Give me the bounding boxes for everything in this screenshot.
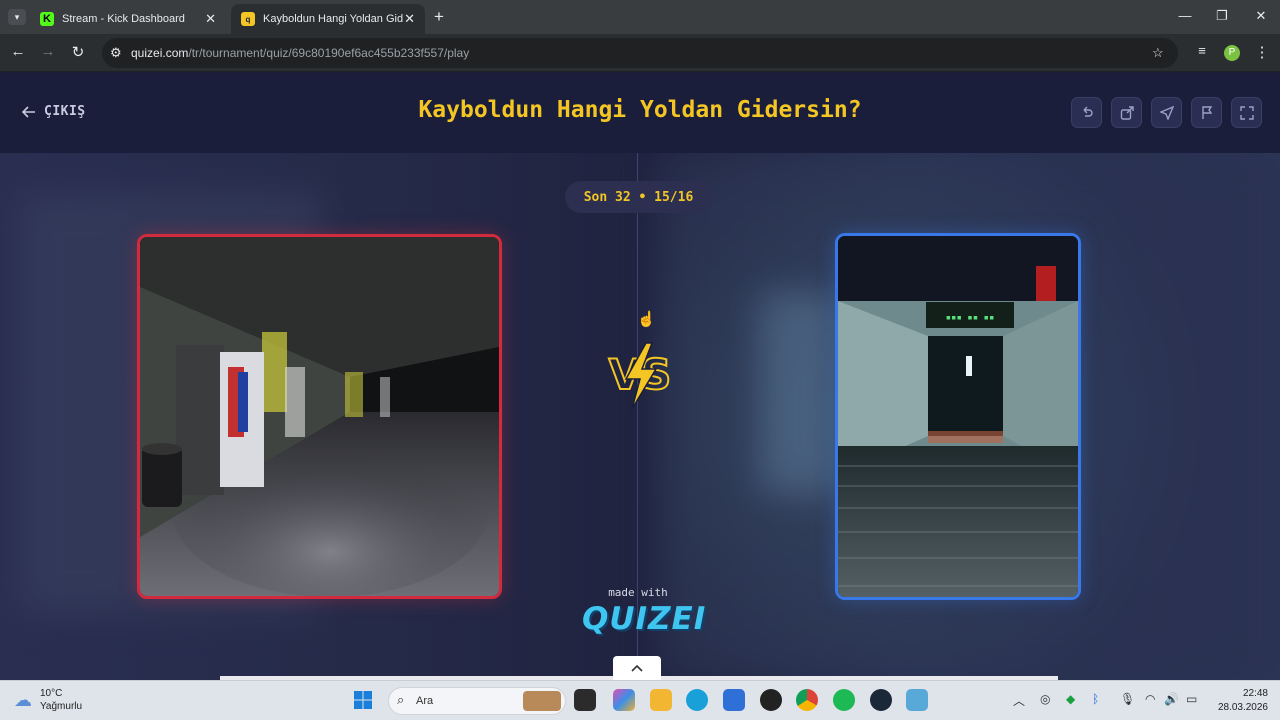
reload-icon[interactable]: ↻	[68, 43, 88, 61]
weather-widget[interactable]: ☁ 10°C Yağmurlu	[14, 687, 82, 713]
security-icon[interactable]: ◆	[1066, 692, 1075, 706]
forward-icon[interactable]: →	[38, 43, 58, 60]
windows-taskbar: ☁ 10°C Yağmurlu ⌕ Ara ︿ ◎ ◆ ᛒ 🎙 ◠ 🔊 ▭ 22…	[0, 680, 1280, 720]
bookmark-star-icon[interactable]: ☆	[1152, 45, 1164, 61]
browser-tab-bar: ▾ K Stream - Kick Dashboard ✕ q Kayboldu…	[0, 0, 1280, 34]
taskbar-clock[interactable]: 22:48 28.03.2026	[1208, 687, 1268, 715]
match-stage: Son 32 • 15/16 VS	[0, 153, 1280, 680]
steam-icon[interactable]	[870, 689, 892, 711]
url-text[interactable]: quizei.com/tr/tournament/quiz/69c80190ef…	[131, 46, 469, 60]
copilot-icon[interactable]	[613, 689, 635, 711]
minimize-icon[interactable]: —	[1175, 8, 1195, 23]
address-bar-row: ← → ↻ ⚙ quizei.com/tr/tournament/quiz/69…	[0, 34, 1280, 72]
obs-icon[interactable]	[760, 689, 782, 711]
search-highlight-icon	[523, 691, 561, 711]
spotify-icon[interactable]	[833, 689, 855, 711]
lightning-vs-icon: VS	[608, 342, 672, 410]
subway-stairs-image: ▪▪▪ ▪▪ ▪▪	[838, 236, 1078, 597]
chevron-up-icon	[631, 664, 643, 672]
mouse-cursor-icon: ☝	[637, 311, 656, 328]
close-window-icon[interactable]: ✕	[1251, 8, 1271, 24]
profile-avatar[interactable]: P	[1224, 45, 1240, 61]
tray-chevron-icon[interactable]: ︿	[1013, 692, 1025, 709]
tab-title: Kayboldun Hangi Yoldan Gidersi	[263, 13, 403, 25]
report-button[interactable]	[1191, 97, 1222, 128]
browser-menu-icon[interactable]: ⋮	[1252, 43, 1272, 61]
kick-favicon-icon: K	[40, 12, 54, 26]
back-icon[interactable]: ←	[8, 43, 28, 60]
share-icon	[1120, 105, 1134, 120]
task-view-icon[interactable]	[574, 689, 596, 711]
volume-icon[interactable]: 🔊	[1164, 692, 1179, 706]
exit-button[interactable]: ÇIKIŞ	[22, 104, 86, 119]
close-tab-icon[interactable]: ✕	[205, 11, 216, 27]
restore-icon[interactable]: ❐	[1212, 8, 1232, 24]
close-tab-icon[interactable]: ✕	[404, 11, 415, 27]
send-icon	[1159, 105, 1174, 120]
clock-date: 28.03.2026	[1217, 702, 1268, 713]
versus-emblem: VS	[598, 339, 682, 411]
omnibox[interactable]: ⚙ quizei.com/tr/tournament/quiz/69c80190…	[102, 38, 1178, 68]
round-badge: Son 32 • 15/16	[565, 181, 712, 213]
option-left-card[interactable]	[137, 234, 502, 599]
search-placeholder: Ara	[416, 695, 434, 707]
undo-icon	[1083, 106, 1093, 117]
site-info-icon[interactable]: ⚙	[110, 45, 122, 61]
undo-button[interactable]	[1071, 97, 1102, 128]
wifi-icon[interactable]: ◠	[1145, 692, 1155, 706]
search-icon: ⌕	[397, 692, 405, 707]
weather-desc: Yağmurlu	[40, 701, 83, 712]
file-explorer-icon[interactable]	[650, 689, 672, 711]
tab-search-icon[interactable]: ▾	[8, 9, 26, 25]
fullscreen-icon	[1239, 105, 1254, 120]
tab-kick-dashboard[interactable]: K Stream - Kick Dashboard ✕	[30, 4, 226, 34]
new-tab-button[interactable]: +	[434, 7, 444, 27]
edge-icon[interactable]	[686, 689, 708, 711]
taskbar-search[interactable]: ⌕ Ara	[388, 687, 566, 715]
background-glow	[760, 293, 840, 493]
url-path: /tr/tournament/quiz/69c80190ef6ac455b233…	[188, 46, 470, 60]
photos-icon[interactable]	[906, 689, 928, 711]
microphone-icon[interactable]: 🎙	[1120, 692, 1135, 706]
quiz-header: ÇIKIŞ Kayboldun Hangi Yoldan Gidersin?	[0, 73, 1280, 153]
flag-icon	[1201, 105, 1212, 119]
start-windows-icon[interactable]	[352, 689, 374, 711]
battery-icon[interactable]: ▭	[1186, 692, 1197, 706]
underground-corridor-image	[140, 237, 499, 596]
fullscreen-button[interactable]	[1231, 97, 1262, 128]
send-button[interactable]	[1151, 97, 1182, 128]
clock-time: 22:48	[1242, 688, 1268, 699]
exit-label: ÇIKIŞ	[44, 104, 86, 119]
svg-text:▪▪▪ ▪▪ ▪▪: ▪▪▪ ▪▪ ▪▪	[946, 313, 995, 323]
store-icon[interactable]	[723, 689, 745, 711]
option-right-card[interactable]: ▪▪▪ ▪▪ ▪▪	[835, 233, 1081, 600]
scroll-up-button[interactable]	[613, 656, 661, 680]
quizei-favicon-icon: q	[241, 12, 255, 26]
bluetooth-icon[interactable]: ᛒ	[1092, 692, 1099, 706]
rain-cloud-icon: ☁	[14, 689, 32, 710]
arrow-left-icon	[22, 105, 35, 118]
media-control-icon[interactable]: ≡	[1192, 43, 1212, 58]
tab-quizei[interactable]: q Kayboldun Hangi Yoldan Gidersi ✕	[231, 4, 425, 34]
chrome-icon[interactable]	[796, 689, 818, 711]
weather-temp: 10°C	[40, 688, 63, 699]
quizei-logo[interactable]: QUIZEI	[582, 601, 705, 637]
network-icon[interactable]: ◎	[1040, 692, 1050, 706]
share-button[interactable]	[1111, 97, 1142, 128]
tab-title: Stream - Kick Dashboard	[62, 13, 185, 25]
page-title: Kayboldun Hangi Yoldan Gidersin?	[418, 97, 862, 123]
made-with-label: made with	[608, 586, 668, 599]
url-host: quizei.com	[131, 46, 189, 60]
